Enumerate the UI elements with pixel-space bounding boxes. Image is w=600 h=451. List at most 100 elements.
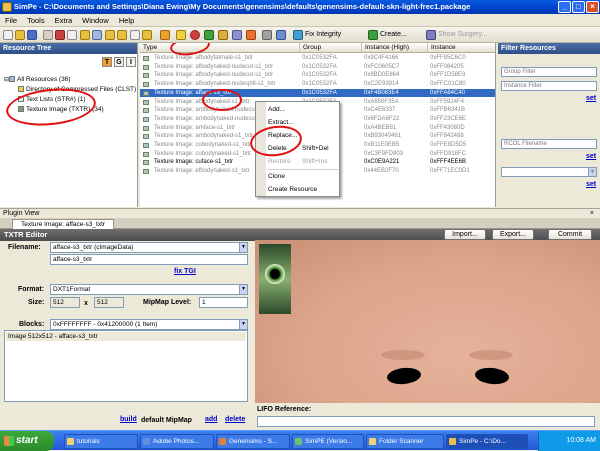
list-cell-inst: 0xFF71EC0D1 [430,168,470,175]
doc-icon[interactable] [67,30,77,40]
star-icon[interactable] [176,30,186,40]
paint-icon[interactable] [232,30,242,40]
menu-file[interactable]: File [0,14,22,27]
set-dropdown-link[interactable]: set [586,181,596,188]
folder-icon[interactable] [80,30,90,40]
window-icon[interactable] [92,30,102,40]
close-button[interactable]: × [586,1,599,13]
build-link[interactable]: build [120,416,137,423]
fix-tgi-link[interactable]: fix TGI [174,268,196,275]
list-row[interactable]: Texture Image: afbodynaked-nudecut-s1_tx… [140,71,495,80]
stop-icon[interactable] [190,30,200,40]
rcol-filename-input[interactable]: RCOL Filename [501,139,597,149]
list-row[interactable]: Texture Image: afbodynaked-nudecut-s1_tx… [140,63,495,72]
import-button[interactable]: Import... [444,229,486,240]
taskbar-item-label: Folder Scanner [379,438,424,445]
create-icon[interactable] [368,30,378,40]
column-group[interactable]: Group [300,43,362,53]
list-row[interactable]: Texture Image: afbodynaked-nudesplit-s1_… [140,80,495,89]
menu-create-resource[interactable]: Create Resource [268,185,317,195]
tgi-t-button[interactable]: T [102,57,112,67]
list-row[interactable]: Texture Image: afbodyfatmale-s1_txtr 0x1C… [140,54,495,63]
texture-icon [143,90,149,96]
taskbar-item-label: Adobe Photos... [153,438,200,445]
menu-window[interactable]: Window [77,14,114,27]
list-cell-inst: 0xFF084205 [430,63,464,70]
column-type[interactable]: Type [140,43,300,53]
refresh-icon[interactable] [204,30,214,40]
taskbar-item-folder-scanner[interactable]: Folder Scanner [366,434,444,449]
mipmap-input[interactable]: 1 [199,297,248,308]
filename-input[interactable]: afface-s3_txtr [50,254,248,265]
tool-icon[interactable] [55,30,65,40]
tree-item-all-resources[interactable]: ⊟ All Resources (36) [4,75,70,85]
surgery-icon[interactable] [426,30,436,40]
column-instance[interactable]: Instance [428,43,495,53]
filename-select[interactable]: afface-s3_txtr (cImageData) ▼ [50,242,248,253]
blocks-select[interactable]: 0xFFFFFFFF - 0x41200000 (1 Item) ▼ [50,319,248,330]
minimize-button[interactable]: _ [558,1,571,13]
list-cell-group: 0x1C0532FA [302,89,337,96]
key-icon[interactable] [218,30,228,40]
simpe-app-icon [2,2,12,12]
page-icon[interactable] [130,30,140,40]
menu-clone[interactable]: Clone [268,172,285,182]
width-field[interactable]: 512 [50,297,80,308]
default-mipmap-label: default MipMap [141,417,192,424]
folder-icon [67,438,74,445]
taskbar-item-tutorials[interactable]: tutorials [64,434,138,449]
tgi-i-button[interactable]: I [126,57,136,67]
column-instance-high[interactable]: Instance (High) [362,43,428,53]
taskbar-item-simpe-version[interactable]: SimPE (Versio... [292,434,364,449]
menu-restore[interactable]: Restore [268,157,291,167]
commit-button[interactable]: Commit [548,229,592,240]
instance-filter-input[interactable]: Instance Filter [501,81,597,91]
menu-add[interactable]: Add... [268,105,285,115]
create-button[interactable]: Create... [380,30,407,40]
left-brow [381,350,425,360]
texture-icon [143,160,149,166]
tab-texture-image[interactable]: Texture Image: afface-s3_txtr [12,219,115,229]
menu-extra[interactable]: Extra [50,14,78,27]
clock[interactable]: 10:08 AM [566,437,596,444]
set-rcol-link[interactable]: set [586,153,596,160]
new-file-icon[interactable] [3,30,13,40]
heart-icon[interactable] [246,30,256,40]
filter-title: Filter Resources [498,43,600,54]
save-icon[interactable] [27,30,37,40]
taskbar-item-simpe[interactable]: SimPe - C:\Do... [446,434,528,449]
mipmap-list-item[interactable]: Image 512x512 - afface-s3_txtr [6,332,246,341]
export-button[interactable]: Export... [492,229,534,240]
menu-tools[interactable]: Tools [22,14,50,27]
texture-icon [143,169,149,175]
group-filter-input[interactable]: Group Filter [501,67,597,77]
taskbar-item-genensims[interactable]: Genensims - S... [216,434,290,449]
list-cell-high: 0xA4BEB81 [364,124,397,131]
highlight-icon[interactable] [160,30,170,40]
start-button[interactable]: start [0,431,54,451]
gear-icon[interactable] [262,30,272,40]
open-folder-icon[interactable] [15,30,25,40]
tgi-g-button[interactable]: G [114,57,124,67]
package-icon[interactable] [105,30,115,40]
add-link[interactable]: add [205,416,217,423]
menu-help[interactable]: Help [114,14,139,27]
delete-link[interactable]: delete [225,416,245,423]
format-select[interactable]: DXT1Format ▼ [50,284,248,295]
taskbar-item-photoshop[interactable]: Adobe Photos... [140,434,214,449]
height-field[interactable]: 512 [94,297,124,308]
package2-icon[interactable] [117,30,127,40]
filter-dropdown[interactable]: ▼ [501,167,597,177]
txtr-editor: TXTR Editor Import... Export... Commit F… [0,229,600,427]
maximize-button[interactable]: □ [572,1,585,13]
recent-icon[interactable] [43,30,53,40]
fix-integrity-button[interactable]: Fix Integrity [305,30,341,40]
lifo-input[interactable] [257,416,595,427]
set-filter-link[interactable]: set [586,95,596,102]
list-row[interactable]: Texture Image: afface-s3_txtr 0x1C0532FA 0… [140,88,495,98]
archive-icon[interactable] [142,30,152,40]
sync-icon[interactable] [276,30,286,40]
show-surgery-button[interactable]: Show Surgery... [438,30,487,40]
fix-integrity-icon[interactable] [293,30,303,40]
list-cell-inst: 0xFFA84C40 [430,89,466,96]
